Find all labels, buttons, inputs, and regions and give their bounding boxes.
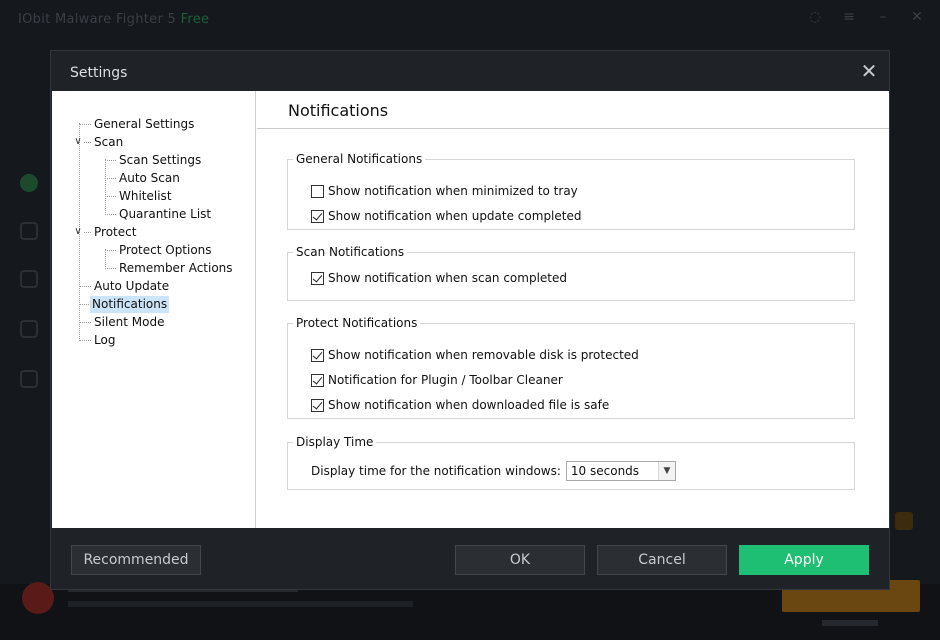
tree-line bbox=[105, 214, 116, 215]
group-label: Display Time bbox=[293, 434, 377, 450]
tree-item-general-settings[interactable]: General Settings bbox=[92, 116, 196, 133]
tree-item-protect-options[interactable]: Protect Options bbox=[117, 242, 214, 259]
background-window-controls: ◌ ≡ – ✕ bbox=[806, 10, 926, 24]
checkbox-unchecked-icon[interactable] bbox=[311, 184, 324, 198]
ok-button[interactable]: OK bbox=[455, 545, 585, 575]
dialog-body: ∨ ∨ General Settings Scan Scan Settings … bbox=[52, 91, 889, 528]
checkbox-update-completed[interactable]: Show notification when update completed bbox=[311, 208, 581, 224]
group-label: Scan Notifications bbox=[293, 244, 408, 260]
tree-line bbox=[105, 160, 116, 161]
divider bbox=[257, 128, 889, 129]
tree-item-log[interactable]: Log bbox=[92, 332, 117, 349]
minimize-icon: – bbox=[879, 9, 887, 25]
checkbox-checked-icon[interactable] bbox=[311, 398, 324, 412]
checkbox-checked-icon[interactable] bbox=[311, 209, 324, 223]
display-time-group: Display Time Display time for the notifi… bbox=[287, 434, 855, 490]
protect-notifications-group: Protect Notifications Show notification … bbox=[287, 315, 855, 419]
apply-button[interactable]: Apply bbox=[739, 545, 869, 575]
tree-line bbox=[105, 196, 116, 197]
tree-line bbox=[105, 249, 106, 269]
protect-icon bbox=[20, 270, 38, 288]
page-title: Notifications bbox=[288, 101, 389, 120]
dialog-title: Settings bbox=[70, 65, 128, 81]
checkbox-downloaded-file-safe[interactable]: Show notification when downloaded file i… bbox=[311, 397, 609, 413]
tree-line bbox=[79, 124, 91, 125]
display-time-prompt: Display time for the notification window… bbox=[311, 464, 561, 478]
tree-line bbox=[105, 178, 116, 179]
tools-icon bbox=[20, 320, 38, 338]
checkbox-checked-icon[interactable] bbox=[311, 373, 324, 387]
notifications-panel: Notifications General Notifications Show… bbox=[257, 91, 889, 528]
general-notifications-group: General Notifications Show notification … bbox=[287, 151, 855, 230]
display-time-select[interactable]: 10 seconds ▼ bbox=[565, 461, 676, 481]
tree-item-silent-mode[interactable]: Silent Mode bbox=[92, 314, 167, 331]
group-label: Protect Notifications bbox=[293, 315, 421, 331]
tree-item-auto-update[interactable]: Auto Update bbox=[92, 278, 171, 295]
background-status-line bbox=[68, 601, 413, 607]
collapse-icon[interactable]: ∨ bbox=[73, 137, 83, 147]
chevron-down-icon[interactable]: ▼ bbox=[657, 462, 675, 480]
tree-item-auto-scan[interactable]: Auto Scan bbox=[117, 170, 182, 187]
checkbox-minimized-to-tray[interactable]: Show notification when minimized to tray bbox=[311, 183, 578, 199]
menu-icon: ≡ bbox=[843, 9, 855, 25]
tree-line bbox=[84, 232, 91, 233]
close-icon[interactable]: ✕ bbox=[859, 61, 879, 81]
action-center-icon bbox=[20, 370, 38, 388]
checkbox-removable-disk[interactable]: Show notification when removable disk is… bbox=[311, 347, 639, 363]
tree-item-protect[interactable]: Protect bbox=[92, 224, 138, 241]
checkbox-checked-icon[interactable] bbox=[311, 271, 324, 285]
scan-icon bbox=[20, 222, 38, 240]
display-time-row: Display time for the notification window… bbox=[311, 461, 676, 481]
collapse-icon[interactable]: ∨ bbox=[73, 227, 83, 237]
tree-line bbox=[105, 268, 116, 269]
settings-tree: ∨ ∨ General Settings Scan Scan Settings … bbox=[52, 91, 256, 528]
tree-line bbox=[84, 142, 91, 143]
group-label: General Notifications bbox=[293, 151, 426, 167]
tree-item-scan-settings[interactable]: Scan Settings bbox=[117, 152, 203, 169]
recommended-button[interactable]: Recommended bbox=[71, 545, 201, 575]
tree-item-quarantine-list[interactable]: Quarantine List bbox=[117, 206, 213, 223]
shield-icon: ◌ bbox=[808, 9, 822, 25]
tree-item-scan[interactable]: Scan bbox=[92, 134, 125, 151]
notification-icon bbox=[895, 512, 913, 530]
scan-notifications-group: Scan Notifications Show notification whe… bbox=[287, 244, 855, 301]
checkbox-plugin-toolbar-cleaner[interactable]: Notification for Plugin / Toolbar Cleane… bbox=[311, 372, 563, 388]
tree-line bbox=[79, 286, 91, 287]
checkbox-scan-completed[interactable]: Show notification when scan completed bbox=[311, 270, 567, 286]
edition-badge: Free bbox=[180, 12, 210, 27]
tree-item-notifications[interactable]: Notifications bbox=[90, 296, 170, 313]
tree-line bbox=[79, 322, 91, 323]
settings-dialog: Settings ✕ ∨ ∨ General Settings Scan Sca… bbox=[50, 50, 890, 590]
home-icon bbox=[20, 174, 38, 192]
close-icon: ✕ bbox=[911, 9, 923, 25]
tree-item-remember-actions[interactable]: Remember Actions bbox=[117, 260, 235, 277]
background-app-title: IObit Malware Fighter 5 Free bbox=[18, 12, 210, 27]
tree-item-whitelist[interactable]: Whitelist bbox=[117, 188, 174, 205]
background-link bbox=[822, 620, 878, 626]
tree-line bbox=[105, 250, 116, 251]
checkbox-checked-icon[interactable] bbox=[311, 348, 324, 362]
cancel-button[interactable]: Cancel bbox=[597, 545, 727, 575]
tree-line bbox=[79, 340, 91, 341]
tree-line bbox=[105, 159, 106, 215]
